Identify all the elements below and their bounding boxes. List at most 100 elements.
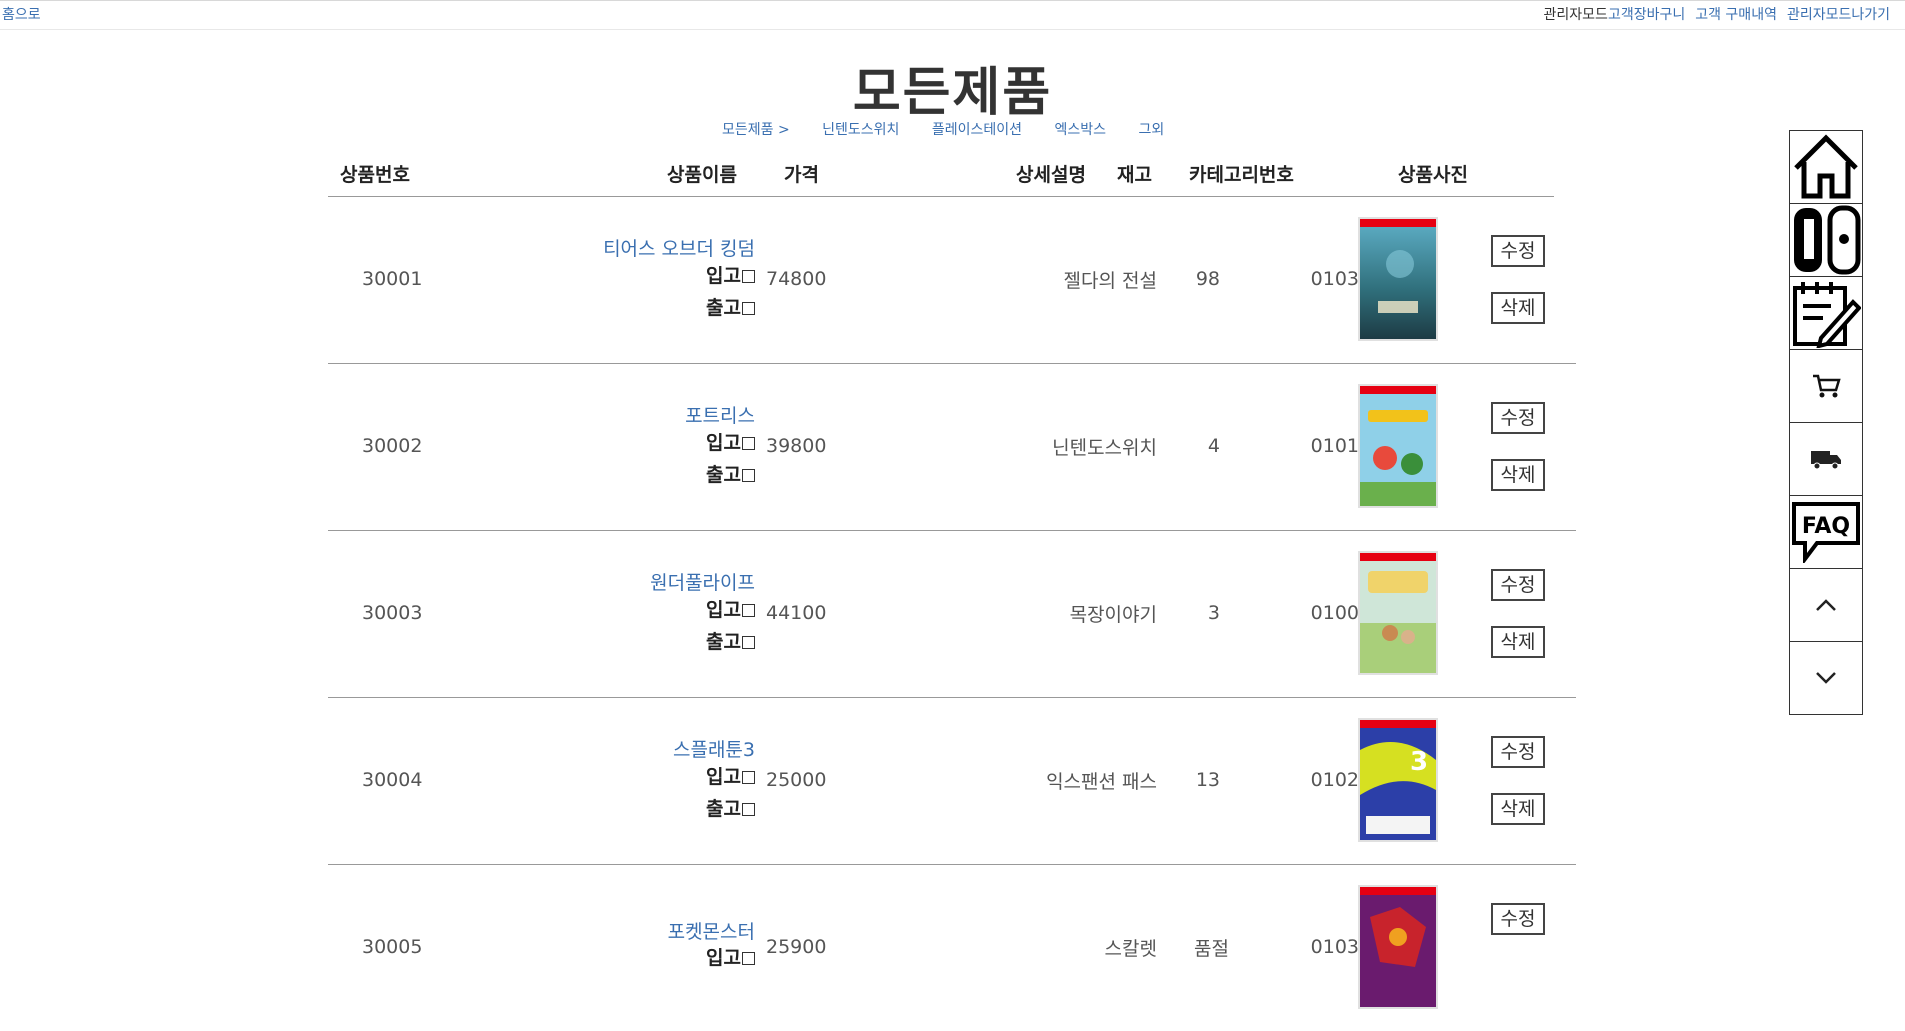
product-name-link[interactable]: 포켓몬스터 bbox=[668, 917, 755, 944]
customer-cart-link[interactable]: 고객장바구니 bbox=[1608, 7, 1685, 23]
edit-button[interactable]: 수정 bbox=[1491, 736, 1545, 768]
product-photo bbox=[1358, 384, 1438, 508]
stock: 4 bbox=[1207, 435, 1220, 457]
description: 젤다의 전설 bbox=[1063, 270, 1157, 292]
category-number: 0103 bbox=[1310, 268, 1359, 290]
scroll-down-icon bbox=[1816, 672, 1836, 684]
category-nav: 모든제품 > 닌텐도스위치 플레이스테이션 엑스박스 그외 bbox=[722, 119, 1192, 139]
table-row: 30002 포트리스 입고 출고 39800 닌텐도스위치 4 0101 수정 … bbox=[328, 364, 1576, 531]
description: 스칼렛 bbox=[1104, 938, 1157, 960]
product-table: 상품번호 상품이름 가격 상세설명 재고 카테고리번호 상품사진 30001 티… bbox=[328, 152, 1576, 1031]
delete-button[interactable]: 삭제 bbox=[1491, 793, 1545, 825]
description: 익스팬션 패스 bbox=[1046, 771, 1157, 793]
header-category: 카테고리번호 bbox=[1189, 164, 1294, 186]
edit-button[interactable]: 수정 bbox=[1491, 903, 1545, 935]
header-description: 상세설명 bbox=[1016, 164, 1086, 186]
sidebar-scroll-down[interactable] bbox=[1790, 642, 1862, 714]
price: 44100 bbox=[766, 602, 827, 624]
header-product-name: 상품이름 bbox=[667, 164, 737, 186]
delivery-truck-icon bbox=[1811, 451, 1841, 470]
header-price: 가격 bbox=[784, 164, 819, 186]
sidebar-switch[interactable] bbox=[1790, 204, 1862, 277]
stock-out-checkbox[interactable]: 출고 bbox=[706, 794, 755, 821]
stock-out-checkbox[interactable]: 출고 bbox=[706, 627, 755, 654]
category-number: 0102 bbox=[1310, 769, 1359, 791]
delete-button[interactable]: 삭제 bbox=[1491, 459, 1545, 491]
top-bar: 홈으로 관리자모드고객장바구니 고객 구매내역 관리자모드나가기 bbox=[0, 0, 1905, 30]
header-stock: 재고 bbox=[1117, 164, 1152, 186]
stock-out-checkbox[interactable]: 출고 bbox=[706, 460, 755, 487]
product-id: 30005 bbox=[362, 936, 423, 958]
switch-console-icon bbox=[1794, 205, 1861, 275]
price: 25900 bbox=[766, 936, 827, 958]
stock-in-checkbox[interactable]: 입고 bbox=[706, 428, 755, 455]
sidebar-edit[interactable] bbox=[1790, 277, 1862, 350]
sidebar-faq[interactable]: FAQ bbox=[1790, 496, 1862, 569]
product-photo bbox=[1358, 885, 1438, 1009]
table-row: 30005 포켓몬스터 입고 25900 스칼렛 품절 0103 수정 bbox=[328, 865, 1576, 1031]
table-row: 30001 티어스 오브더 킹덤 입고 출고 74800 젤다의 전설 98 0… bbox=[328, 197, 1576, 364]
stock: 13 bbox=[1195, 769, 1220, 791]
product-photo: 3 bbox=[1358, 718, 1438, 842]
product-name-link[interactable]: 원더풀라이프 bbox=[650, 568, 755, 595]
stock-in-checkbox[interactable]: 입고 bbox=[706, 943, 755, 970]
product-id: 30003 bbox=[362, 602, 423, 624]
svg-text:FAQ: FAQ bbox=[1802, 514, 1850, 539]
stock-in-checkbox[interactable]: 입고 bbox=[706, 261, 755, 288]
nav-playstation[interactable]: 플레이스테이션 bbox=[932, 122, 1022, 138]
product-photo bbox=[1358, 217, 1438, 341]
delete-button[interactable]: 삭제 bbox=[1491, 292, 1545, 324]
stock-out-checkbox[interactable]: 출고 bbox=[706, 293, 755, 320]
admin-mode-label: 관리자모드 bbox=[1543, 7, 1608, 23]
stock-in-checkbox[interactable]: 입고 bbox=[706, 595, 755, 622]
product-id: 30001 bbox=[362, 268, 423, 290]
stock: 3 bbox=[1207, 602, 1220, 624]
cart-icon bbox=[1813, 374, 1841, 398]
stock-in-checkbox[interactable]: 입고 bbox=[706, 762, 755, 789]
product-photo bbox=[1358, 551, 1438, 675]
stock: 98 bbox=[1195, 268, 1220, 290]
sidebar-cart[interactable] bbox=[1790, 350, 1862, 423]
faq-icon: FAQ bbox=[1792, 502, 1860, 563]
description: 닌텐도스위치 bbox=[1052, 437, 1157, 459]
delete-button[interactable]: 삭제 bbox=[1491, 626, 1545, 658]
table-header: 상품번호 상품이름 가격 상세설명 재고 카테고리번호 상품사진 bbox=[328, 152, 1554, 197]
admin-links: 관리자모드고객장바구니 고객 구매내역 관리자모드나가기 bbox=[1534, 4, 1890, 24]
table-row: 30003 원더풀라이프 입고 출고 44100 목장이야기 3 0100 수정… bbox=[328, 531, 1576, 698]
category-number: 0100 bbox=[1310, 602, 1359, 624]
edit-button[interactable]: 수정 bbox=[1491, 235, 1545, 267]
sidebar-scroll-up[interactable] bbox=[1790, 569, 1862, 642]
svg-text:3: 3 bbox=[1410, 747, 1428, 777]
nav-all-products[interactable]: 모든제품 > bbox=[722, 122, 790, 138]
header-photo: 상품사진 bbox=[1398, 164, 1468, 186]
description: 목장이야기 bbox=[1069, 604, 1157, 626]
table-row: 30004 스플래툰3 입고 출고 25000 익스팬션 패스 13 0102 … bbox=[328, 698, 1576, 865]
category-number: 0101 bbox=[1310, 435, 1359, 457]
nav-others[interactable]: 그외 bbox=[1139, 122, 1165, 138]
customer-orders-link[interactable]: 고객 구매내역 bbox=[1695, 7, 1777, 23]
product-id: 30004 bbox=[362, 769, 423, 791]
header-product-id: 상품번호 bbox=[340, 164, 410, 186]
product-name-link[interactable]: 티어스 오브더 킹덤 bbox=[603, 234, 755, 261]
category-number: 0103 bbox=[1310, 936, 1359, 958]
product-name-link[interactable]: 포트리스 bbox=[685, 401, 755, 428]
edit-button[interactable]: 수정 bbox=[1491, 402, 1545, 434]
price: 39800 bbox=[766, 435, 827, 457]
page-title: 모든제품 bbox=[852, 63, 1053, 123]
home-link[interactable]: 홈으로 bbox=[2, 4, 41, 24]
exit-admin-link[interactable]: 관리자모드나가기 bbox=[1787, 7, 1890, 23]
home-icon bbox=[1794, 134, 1858, 199]
nav-nintendo-switch[interactable]: 닌텐도스위치 bbox=[822, 122, 899, 138]
product-name-link[interactable]: 스플래툰3 bbox=[673, 735, 755, 762]
product-id: 30002 bbox=[362, 435, 423, 457]
quick-menu-sidebar: FAQ bbox=[1789, 130, 1863, 715]
price: 25000 bbox=[766, 769, 827, 791]
sidebar-delivery[interactable] bbox=[1790, 423, 1862, 496]
price: 74800 bbox=[766, 268, 827, 290]
scroll-up-icon bbox=[1816, 599, 1836, 611]
nav-xbox[interactable]: 엑스박스 bbox=[1055, 122, 1107, 138]
sidebar-home[interactable] bbox=[1790, 131, 1862, 204]
edit-note-icon bbox=[1793, 282, 1861, 348]
stock: 품절 bbox=[1194, 938, 1229, 960]
edit-button[interactable]: 수정 bbox=[1491, 569, 1545, 601]
